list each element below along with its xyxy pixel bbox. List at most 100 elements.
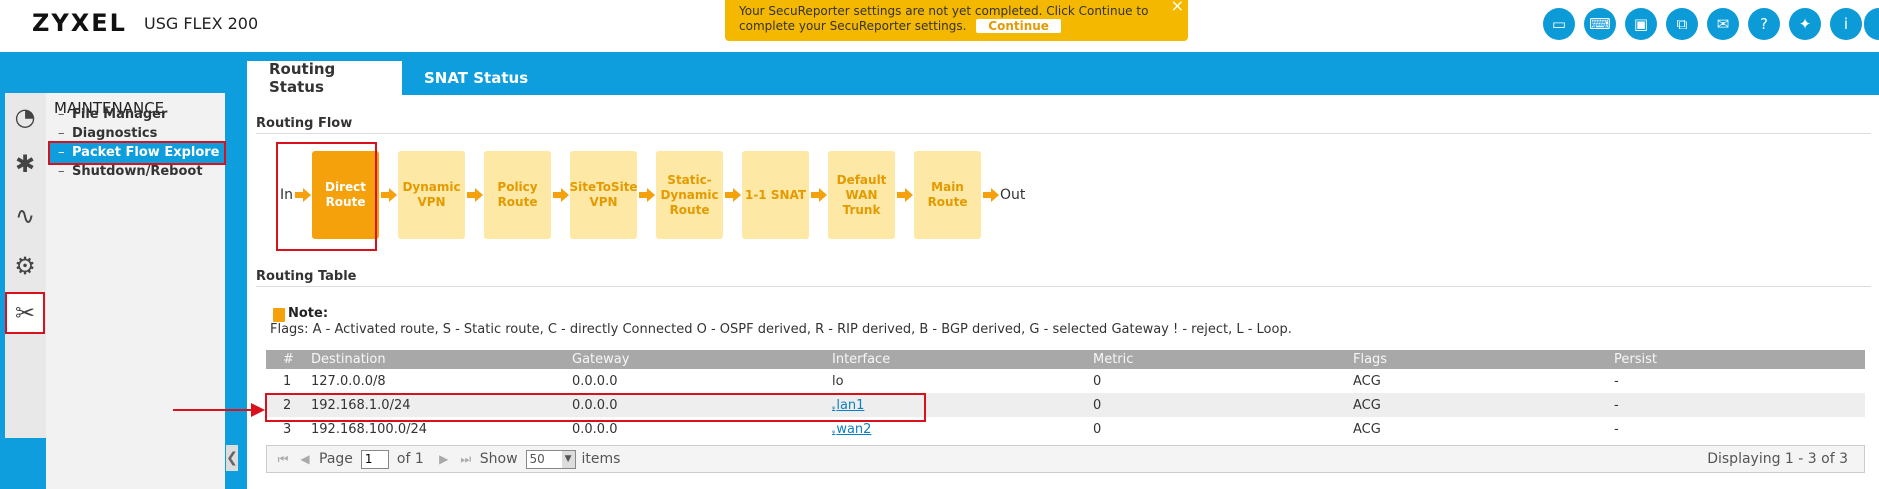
page-size-select[interactable]: 50 ▼ (525, 449, 576, 469)
table-header: # Destination Gateway Interface Metric Flags P… (266, 350, 1865, 369)
column-header-flags[interactable]: Flags (1353, 350, 1614, 369)
wizard-icon[interactable]: ✱ (5, 143, 45, 185)
column-header-destination[interactable]: Destination (311, 350, 572, 369)
page-of-label: of 1 (396, 451, 424, 467)
header: ZYXEL USG FLEX 200 Your SecuReporter set… (0, 0, 1879, 52)
cell-metric: 0 (1093, 373, 1102, 389)
header-edge-icon[interactable] (1864, 8, 1879, 40)
notice-line-2: complete your SecuReporter settings. (739, 19, 967, 33)
console-icon[interactable]: ▭ (1543, 8, 1575, 40)
configuration-icon[interactable]: ⚙ (5, 245, 45, 287)
link-icon: ᵩ (832, 425, 836, 435)
maintenance-submenu: MAINTENANCE File Manager Diagnostics Pac… (46, 93, 226, 489)
monitor-icon[interactable]: ∿ (5, 195, 45, 237)
flow-step-1-1-snat[interactable]: 1-1 SNAT (742, 151, 810, 239)
cell-flags: ACG (1353, 421, 1381, 437)
flow-arrow-icon (465, 187, 484, 203)
cell-persist: - (1614, 397, 1619, 413)
column-header-interface[interactable]: Interface (832, 350, 1093, 369)
cell-gateway: 0.0.0.0 (572, 373, 618, 389)
submenu-item-file-manager[interactable]: File Manager (50, 105, 224, 125)
cell-metric: 0 (1093, 421, 1102, 437)
window-icon[interactable]: ▣ (1625, 8, 1657, 40)
column-header-metric[interactable]: Metric (1093, 350, 1353, 369)
interface-name: wan2 (836, 421, 872, 437)
routing-table-title: Routing Table (256, 269, 357, 284)
column-header-gateway[interactable]: Gateway (572, 350, 832, 369)
app-root: ZYXEL USG FLEX 200 Your SecuReporter set… (0, 0, 1879, 489)
pointer-arrow-icon (251, 403, 265, 417)
securereporter-notice: Your SecuReporter settings are not yet c… (725, 0, 1188, 41)
next-page-icon[interactable]: ▶ (436, 452, 452, 466)
first-page-icon[interactable]: ⏮ (275, 452, 291, 467)
submenu-item-shutdown-reboot[interactable]: Shutdown/Reboot (50, 162, 224, 182)
flow-arrow-icon (637, 187, 656, 203)
cell-interface: lo (832, 373, 844, 389)
dashboard-icon[interactable]: ◔ (5, 96, 45, 138)
cell-persist: - (1614, 421, 1619, 437)
table-row[interactable]: 1 127.0.0.0/8 0.0.0.0 lo 0 ACG - (266, 369, 1865, 393)
close-icon[interactable]: × (1171, 0, 1184, 14)
network-icon[interactable]: ⧉ (1666, 8, 1698, 40)
display-count: Displaying 1 - 3 of 3 (1707, 451, 1848, 467)
help-icon[interactable]: ? (1748, 8, 1780, 40)
routing-table-divider (256, 286, 1871, 287)
flow-arrow-icon (809, 187, 828, 203)
flow-arrow-icon (723, 187, 742, 203)
last-page-icon[interactable]: ⏭ (458, 452, 474, 467)
chevron-down-icon: ▼ (561, 450, 575, 468)
cell-num: 1 (283, 373, 292, 389)
submenu-item-diagnostics[interactable]: Diagnostics (50, 124, 224, 144)
flow-arrow-icon (551, 187, 570, 203)
flow-arrow-icon (895, 187, 914, 203)
flow-step-static-dynamic-route[interactable]: Static-Dynamic Route (656, 151, 724, 239)
lan1-row-highlight (265, 393, 926, 422)
info-icon[interactable]: i (1830, 8, 1862, 40)
collapse-sidebar-icon[interactable]: ❮ (226, 445, 238, 471)
cell-flags: ACG (1353, 373, 1381, 389)
notice-line-2-row: complete your SecuReporter settings. Con… (739, 19, 1174, 34)
cell-metric: 0 (1093, 397, 1102, 413)
routing-flow-divider (256, 133, 1871, 134)
note-icon (273, 308, 285, 322)
flow-arrow-icon (379, 187, 398, 203)
routing-flow-diagram: In Direct Route Dynamic VPN Policy Route Sit… (280, 150, 1025, 240)
table-pager: ⏮ ◀ Page of 1 ▶ ⏭ Show 50 ▼ items Displa… (266, 445, 1865, 473)
column-header-persist[interactable]: Persist (1614, 350, 1865, 369)
page-size-value: 50 (529, 452, 545, 466)
flow-step-default-wan-trunk[interactable]: Default WAN Trunk (828, 151, 896, 239)
flow-step-policy-route[interactable]: Policy Route (484, 151, 552, 239)
tab-routing-status[interactable]: Routing Status (247, 60, 402, 96)
prev-page-icon[interactable]: ◀ (297, 452, 313, 466)
pin-icon[interactable]: ✦ (1789, 8, 1821, 40)
flow-out-label: Out (1000, 187, 1026, 203)
pointer-arrow-line (173, 409, 253, 411)
header-toolbar: ▭ ⌨ ▣ ⧉ ✉? ✦ i (1543, 8, 1862, 40)
zyxel-logo: ZYXEL (32, 9, 127, 37)
routing-flow-title: Routing Flow (256, 116, 353, 131)
tab-snat-status[interactable]: SNAT Status (402, 61, 557, 95)
page-input[interactable] (360, 449, 389, 469)
maintenance-icon[interactable]: ✂ (5, 292, 45, 334)
chat-icon[interactable]: ✉ (1707, 8, 1739, 40)
flags-note: Flags: A - Activated route, S - Static r… (270, 322, 1292, 337)
items-label: items (581, 451, 621, 467)
flow-step-main-route[interactable]: Main Route (914, 151, 982, 239)
notice-line-1: Your SecuReporter settings are not yet c… (739, 4, 1149, 18)
flow-step-dynamic-vpn[interactable]: Dynamic VPN (398, 151, 466, 239)
page-label: Page (319, 451, 353, 467)
cell-destination: 127.0.0.0/8 (311, 373, 386, 389)
flow-step-sitetosite-vpn[interactable]: SiteToSite VPN (569, 151, 638, 239)
flow-arrow-icon (981, 187, 1000, 203)
cell-flags: ACG (1353, 397, 1381, 413)
submenu-item-packet-flow-explore[interactable]: Packet Flow Explore (48, 141, 226, 165)
column-header-number[interactable]: # (266, 350, 311, 369)
device-model: USG FLEX 200 (144, 14, 259, 33)
cell-persist: - (1614, 373, 1619, 389)
continue-button[interactable]: Continue (976, 19, 1061, 33)
interface-link[interactable]: ᵩwan2 (832, 422, 871, 437)
direct-route-highlight (276, 142, 377, 251)
note-title: Note: (288, 306, 329, 321)
show-label: Show (479, 451, 518, 467)
cli-icon[interactable]: ⌨ (1584, 8, 1616, 40)
